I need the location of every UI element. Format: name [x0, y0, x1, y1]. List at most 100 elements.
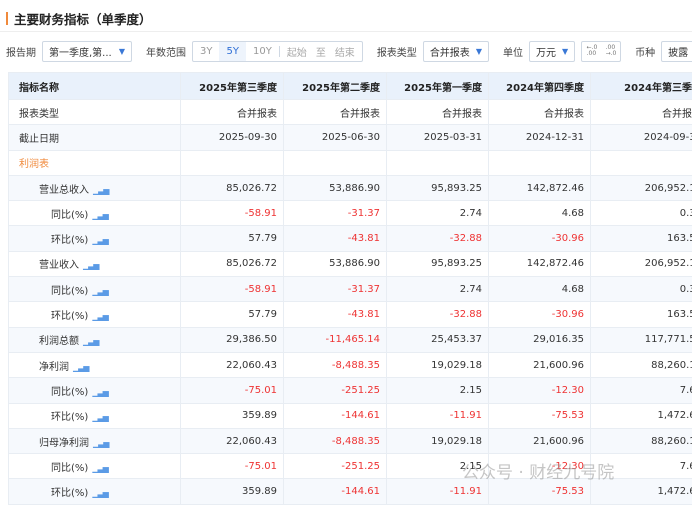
end-date-input[interactable]: 结束 — [328, 44, 362, 59]
table-cell: -11.91 — [387, 479, 489, 504]
table-cell: -144.61 — [284, 403, 387, 428]
decrease-decimal-button[interactable]: ←.0 .00 — [587, 45, 597, 57]
row-label-text: 营业收入 — [39, 260, 79, 271]
table-cell: 29,386.50 — [181, 327, 284, 352]
table-cell: 4.68 — [489, 277, 591, 302]
year-option-10y[interactable]: 10Y — [246, 46, 280, 57]
table-cell: -32.88 — [387, 302, 489, 327]
bar-chart-icon[interactable]: ▁▃▅ — [92, 413, 107, 422]
table-cell: 合并报表 — [489, 100, 591, 125]
table-cell: 7.67 — [591, 454, 692, 479]
row-label: 报表类型 — [9, 100, 181, 125]
bar-chart-icon[interactable]: ▁▃▅ — [73, 363, 88, 372]
bar-chart-icon[interactable]: ▁▃▅ — [92, 489, 107, 498]
unit-value: 万元 — [536, 44, 556, 59]
table-cell: 2025-06-30 — [284, 125, 387, 150]
table-cell — [181, 150, 284, 175]
table-cell — [284, 150, 387, 175]
year-option-5y[interactable]: 5Y — [219, 42, 245, 61]
table-cell: 4.68 — [489, 201, 591, 226]
currency-select[interactable]: 披露 — [661, 41, 692, 62]
table-cell: -8,488.35 — [284, 352, 387, 377]
bar-chart-icon[interactable]: ▁▃▅ — [83, 261, 98, 270]
year-option-3y[interactable]: 3Y — [193, 46, 219, 57]
table-cell: -58.91 — [181, 201, 284, 226]
bar-chart-icon[interactable]: ▁▃▅ — [93, 439, 108, 448]
table-cell: 合并报表 — [387, 100, 489, 125]
row-label: 营业收入 ▁▃▅ — [9, 251, 181, 276]
unit-label: 单位 — [503, 44, 523, 59]
report-type-value: 合并报表 — [430, 44, 470, 59]
table-cell: -144.61 — [284, 479, 387, 504]
increase-decimal-button[interactable]: .00 →.0 — [606, 45, 616, 57]
row-label: 净利润▁▃▅ — [9, 352, 181, 377]
table-row: 营业收入▁▃▅85,026.7253,886.9095,893.25142,87… — [9, 251, 692, 276]
table-cell: 19,029.18 — [387, 428, 489, 453]
table-cell: -8,488.35 — [284, 428, 387, 453]
bar-chart-icon[interactable]: ▁▃▅ — [92, 312, 107, 321]
row-label: 环比(%)▁▃▅ — [9, 403, 181, 428]
table-cell: 359.89 — [181, 479, 284, 504]
table-cell: 0.38 — [591, 277, 692, 302]
row-label-text: 利润表 — [19, 159, 49, 170]
unit-select[interactable]: 万元 ▼ — [529, 41, 575, 62]
table-cell: 88,260.13 — [591, 352, 692, 377]
row-label-text: 截止日期 — [19, 134, 59, 145]
table-cell: 22,060.43 — [181, 428, 284, 453]
bar-chart-icon[interactable]: ▁▃▅ — [92, 388, 107, 397]
table-cell: 359.89 — [181, 403, 284, 428]
table-cell: -43.81 — [284, 226, 387, 251]
bar-chart-icon[interactable]: ▁▃▅ — [92, 287, 107, 296]
table-cell: 21,600.96 — [489, 352, 591, 377]
table-cell: -12.30 — [489, 378, 591, 403]
table-row: 利润表 — [9, 150, 692, 175]
start-date-input[interactable]: 起始 — [280, 44, 314, 59]
table-cell: 1,472.63 — [591, 479, 692, 504]
bar-chart-icon[interactable]: ▁▃▅ — [92, 211, 107, 220]
table-row: 同比(%)▁▃▅-75.01-251.252.15-12.307.67 — [9, 454, 692, 479]
report-type-select[interactable]: 合并报表▼ — [423, 41, 489, 62]
row-label-text: 同比(%) — [51, 210, 88, 221]
table-cell: 合并报表 — [284, 100, 387, 125]
row-label: 营业总收入 ▁▃▅ — [9, 175, 181, 200]
report-period-select[interactable]: 第一季度,第...▼ — [42, 41, 132, 62]
column-header-name: 指标名称 — [9, 73, 181, 100]
decimal-buttons: ←.0 .00 .00 →.0 — [581, 41, 621, 62]
bar-chart-icon[interactable]: ▁▃▅ — [92, 464, 107, 473]
table-row: 环比(%)▁▃▅359.89-144.61-11.91-75.531,472.6… — [9, 403, 692, 428]
chevron-down-icon: ▼ — [562, 47, 568, 56]
table-cell: 合并报表 — [591, 100, 692, 125]
table-cell: -31.37 — [284, 277, 387, 302]
table-cell: 2025-09-30 — [181, 125, 284, 150]
table-cell: 206,952.14 — [591, 251, 692, 276]
row-label: 利润总额▁▃▅ — [9, 327, 181, 352]
chevron-down-icon: ▼ — [119, 47, 125, 56]
row-label-text: 营业总收入 — [39, 185, 89, 196]
table-cell: 95,893.25 — [387, 175, 489, 200]
divider — [0, 31, 692, 32]
bar-chart-icon[interactable]: ▁▃▅ — [92, 236, 107, 245]
report-type-label: 报表类型 — [377, 44, 417, 59]
table-cell: 25,453.37 — [387, 327, 489, 352]
table-row: 同比(%)▁▃▅-58.91-31.372.744.680.38 — [9, 277, 692, 302]
row-label-text: 同比(%) — [51, 463, 88, 474]
table-cell: 2.74 — [387, 201, 489, 226]
row-label-text: 同比(%) — [51, 286, 88, 297]
table-cell: -32.88 — [387, 226, 489, 251]
table-cell: -75.53 — [489, 403, 591, 428]
table-cell: 142,872.46 — [489, 251, 591, 276]
row-label: 同比(%)▁▃▅ — [9, 378, 181, 403]
table-cell: 2.74 — [387, 277, 489, 302]
table-cell — [591, 150, 692, 175]
row-label-text: 环比(%) — [51, 235, 88, 246]
row-label: 截止日期 — [9, 125, 181, 150]
table-cell: 88,260.13 — [591, 428, 692, 453]
table-cell: 163.58 — [591, 302, 692, 327]
table-cell: 2025-03-31 — [387, 125, 489, 150]
table-cell: 57.79 — [181, 226, 284, 251]
bar-chart-icon[interactable]: ▁▃▅ — [93, 186, 108, 195]
filter-bar: 报告期 第一季度,第...▼ 年数范围 3Y 5Y 10Y 起始 至 结束 报表… — [6, 40, 692, 62]
bar-chart-icon[interactable]: ▁▃▅ — [83, 337, 98, 346]
title-text: 主要财务指标（单季度） — [14, 9, 152, 28]
table-cell: -75.01 — [181, 378, 284, 403]
